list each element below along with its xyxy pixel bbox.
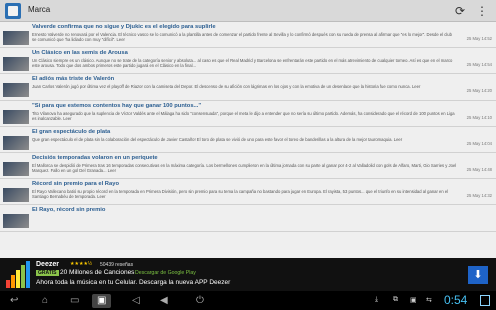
news-date: 25 May 14:54 [466, 62, 492, 68]
marca-logo-icon[interactable] [5, 3, 21, 19]
app-title: Marca [28, 5, 51, 14]
news-thumbnail [3, 31, 29, 45]
ad-offer: 20 Millones de Canciones [60, 269, 135, 276]
screenshot-icon[interactable]: ▣ [92, 294, 112, 308]
news-thumbnail [3, 214, 29, 229]
news-date: 25 May 14:32 [466, 193, 492, 199]
news-title[interactable]: El gran espectáculo de plata [32, 129, 110, 135]
ad-reviews: 50439 reseñas [100, 262, 134, 268]
news-item[interactable]: Récord sin premio para el Rayo El Rayo V… [0, 179, 496, 206]
news-date: 25 May 14:20 [466, 88, 492, 94]
news-thumbnail [3, 161, 29, 176]
news-item[interactable]: Decisiós temporadas volaron en un periqu… [0, 153, 496, 180]
volume-up-icon[interactable]: ◀ [160, 294, 168, 308]
download-arrow-icon[interactable]: ⬇ [468, 266, 488, 284]
news-title[interactable]: "Si para que estemos contentos hay que g… [32, 103, 201, 109]
overflow-menu-icon[interactable]: ⋮ [474, 3, 490, 19]
news-title[interactable]: El Rayo, récord sin premio [32, 207, 105, 213]
recent-apps-icon[interactable]: ▭ [70, 294, 79, 308]
ad-description: Ahora toda la música en tu Celular. Desc… [36, 279, 231, 286]
news-thumbnail [3, 135, 29, 150]
transfer-status-icon: ⇆ [426, 297, 432, 304]
news-title[interactable]: Un Clásico en las semis de Arousa [32, 50, 128, 56]
news-thumbnail [3, 109, 29, 124]
refresh-icon[interactable]: ⟳ [452, 3, 468, 19]
image-status-icon: ▣ [410, 297, 417, 304]
news-summary: El Rayo Vallecano batió su propio récord… [32, 189, 449, 200]
back-icon[interactable]: ↩ [10, 294, 18, 308]
news-item[interactable]: Un Clásico en las semis de Arousa Un Clá… [0, 48, 496, 75]
news-summary: Tito Vilanova ha asegurado que la suplen… [32, 110, 455, 121]
news-summary [32, 215, 457, 226]
news-title[interactable]: Récord sin premio para el Rayo [32, 181, 119, 187]
ad-cta-link[interactable]: Descargar de Google Play [135, 270, 196, 276]
news-summary: Juan Carlos Valerón jugó por última vez … [32, 84, 421, 90]
ad-rating: ★★★★½ [70, 261, 93, 267]
news-summary: Un Clásico siempre es un clásico. Aunque… [32, 58, 453, 69]
news-thumbnail [3, 188, 29, 203]
deezer-ad-banner[interactable]: Deezer ★★★★½ 50439 reseñas GRATIS 20 Mil… [0, 258, 496, 291]
news-item[interactable]: "Si para que estemos contentos hay que g… [0, 101, 496, 127]
news-date: 25 May 14:04 [466, 140, 492, 146]
news-summary: Ernesto Valverde no renovará por el Vale… [32, 32, 452, 42]
news-summary: El Mallorca se despidió de Primera tras … [32, 162, 457, 173]
power-icon[interactable]: ⏻ [196, 294, 204, 308]
ad-app-name: Deezer [36, 261, 59, 268]
news-thumbnail [3, 57, 29, 72]
news-title[interactable]: Decisiós temporadas volaron en un periqu… [32, 155, 158, 161]
news-item[interactable]: Valverde confirma que no sigue y Djukic … [0, 22, 496, 49]
news-title[interactable]: Valverde confirma que no sigue y Djukic … [32, 24, 216, 30]
news-date: 25 May 14:48 [466, 166, 492, 172]
volume-down-icon[interactable]: ◁ [132, 294, 140, 308]
news-date: 25 May 14:10 [466, 114, 492, 120]
home-icon[interactable]: ⌂ [42, 294, 48, 308]
news-thumbnail [3, 83, 29, 98]
news-item[interactable]: El gran espectáculo de plata Que gran es… [0, 127, 496, 153]
ad-free-badge: GRATIS [36, 270, 59, 276]
status-clock: 0:54 [444, 293, 468, 307]
news-item[interactable]: El adiós más triste de Valerón Juan Carl… [0, 74, 496, 101]
news-date: 25 May 14:52 [466, 36, 492, 41]
news-title[interactable]: El adiós más triste de Valerón [32, 76, 114, 82]
action-bar: Marca ⟳ ⋮ [0, 0, 496, 22]
usb-status-icon: ⧉ [393, 296, 398, 303]
news-feed[interactable]: Valverde confirma que no sigue y Djukic … [0, 22, 496, 258]
news-item[interactable]: El Rayo, récord sin premio [0, 205, 496, 232]
battery-icon [480, 295, 490, 306]
download-status-icon: ⤓ [375, 296, 379, 303]
deezer-logo-icon [6, 261, 32, 288]
system-navigation-bar: ↩ ⌂ ▭ ▣ ◁ ◀ ⏻ ⤓ ⧉ ▣ ⇆ 0:54 [0, 291, 496, 310]
news-summary: Que gran espectáculo el de plata sin la … [32, 136, 403, 142]
